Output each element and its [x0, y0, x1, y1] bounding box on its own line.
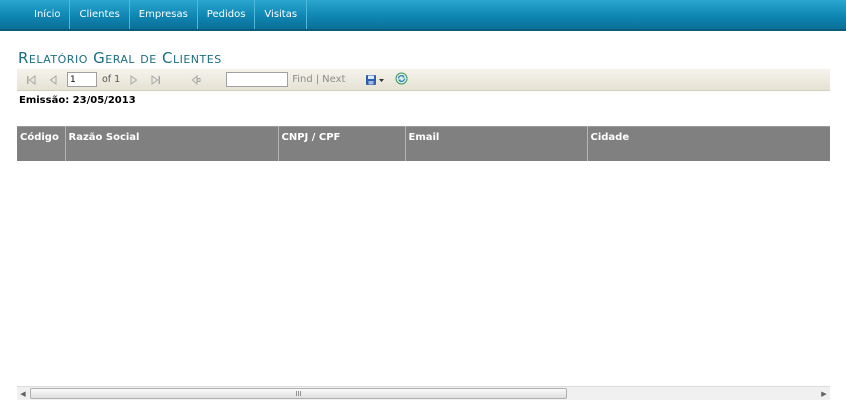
nav-item-label: Início [34, 9, 61, 20]
scrollbar-thumb[interactable]: III [30, 388, 567, 399]
refresh-icon[interactable] [395, 72, 408, 88]
column-header-razao-social: Razão Social [65, 126, 279, 161]
column-header-codigo: Código [17, 126, 66, 161]
previous-page-icon[interactable] [45, 72, 61, 88]
emission-date: Emissão: 23/05/2013 [19, 95, 136, 106]
horizontal-scrollbar[interactable]: ◀ III ▶ [17, 386, 830, 400]
report-toolbar: of 1 Find | Next [17, 69, 830, 91]
find-next-link[interactable]: Next [322, 74, 345, 85]
last-page-icon[interactable] [148, 72, 164, 88]
nav-item-label: Empresas [138, 9, 188, 20]
report-table: Código Razão Social CNPJ / CPF Email Cid… [17, 126, 830, 161]
nav-item-inicio[interactable]: Início [24, 0, 71, 29]
find-text-input[interactable] [226, 72, 289, 87]
next-page-icon[interactable] [126, 72, 142, 88]
scroll-left-icon[interactable]: ◀ [17, 388, 29, 400]
scrollbar-grip-icon: III [295, 389, 302, 398]
top-navigation: Início Clientes Empresas Pedidos Visitas [0, 0, 846, 31]
first-page-icon[interactable] [23, 72, 39, 88]
find-separator: | [315, 74, 320, 85]
nav-item-clientes[interactable]: Clientes [70, 0, 130, 29]
page-count-label: of 1 [102, 74, 121, 85]
table-header-row: Código Razão Social CNPJ / CPF Email Cid… [17, 126, 830, 161]
column-header-cnpj-cpf: CNPJ / CPF [278, 126, 406, 161]
scroll-right-icon[interactable]: ▶ [818, 388, 830, 400]
column-header-email: Email [405, 126, 588, 161]
page-number-input[interactable] [67, 72, 97, 87]
report-title: Relatório Geral de Clientes [18, 49, 222, 67]
nav-item-visitas[interactable]: Visitas [255, 0, 308, 29]
find-link[interactable]: Find [292, 74, 313, 85]
nav-item-empresas[interactable]: Empresas [130, 0, 198, 29]
export-save-icon[interactable] [365, 74, 385, 86]
nav-item-label: Visitas [264, 9, 298, 20]
nav-item-pedidos[interactable]: Pedidos [198, 0, 256, 29]
column-header-cidade: Cidade [587, 126, 830, 161]
nav-item-label: Pedidos [206, 9, 246, 20]
back-to-parent-icon[interactable] [188, 72, 204, 88]
nav-item-label: Clientes [79, 9, 120, 20]
